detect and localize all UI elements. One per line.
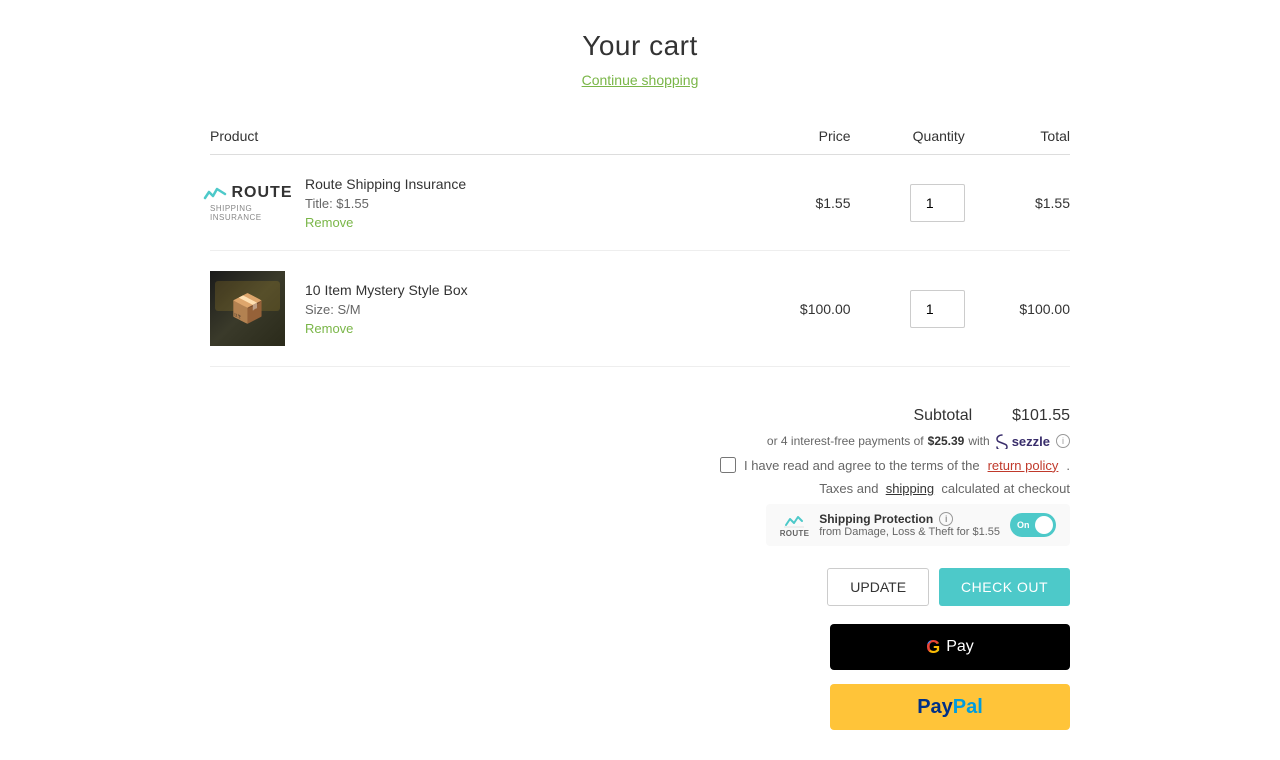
gpay-pay-label: Pay <box>946 638 974 656</box>
checkout-button[interactable]: CHECK OUT <box>939 568 1070 606</box>
toggle-switch[interactable]: On <box>1010 513 1056 537</box>
protection-title: Shipping Protection i <box>819 512 1000 526</box>
taxes-text-after: calculated at checkout <box>941 481 1070 496</box>
route-small-logo: ROUTE <box>780 513 810 538</box>
table-row: 10 Item Mystery Style Box Size: S/M Remove… <box>210 251 1070 367</box>
action-buttons: UPDATE CHECK OUT <box>827 568 1070 606</box>
route-small-text: ROUTE <box>780 529 810 538</box>
total-cell: $1.55 <box>965 155 1070 251</box>
product-info-mystery-box: 10 Item Mystery Style Box Size: S/M Remove <box>305 282 468 336</box>
protection-text: Shipping Protection i from Damage, Loss … <box>819 512 1000 538</box>
paypal-button[interactable]: PayPal <box>830 684 1070 730</box>
taxes-row: Taxes and shipping calculated at checkou… <box>819 481 1070 496</box>
terms-text-after: . <box>1066 458 1070 473</box>
paypal-label: PayPal <box>917 696 983 719</box>
subtotal-label: Subtotal <box>913 407 972 425</box>
remove-link[interactable]: Remove <box>305 215 466 230</box>
protection-subtitle: from Damage, Loss & Theft for $1.55 <box>819 526 1000 538</box>
sezzle-text: or 4 interest-free payments of <box>767 434 924 448</box>
page-title: Your cart <box>210 30 1070 62</box>
sezzle-logo: sezzle <box>994 433 1050 449</box>
product-col-mystery-box: 10 Item Mystery Style Box Size: S/M Remove <box>210 271 745 346</box>
product-col-route-insurance: ROUTE SHIPPING INSURANCE Route Shipping … <box>210 175 745 230</box>
return-policy-link[interactable]: return policy <box>988 458 1059 473</box>
product-info-route-insurance: Route Shipping Insurance Title: $1.55 Remo… <box>305 176 466 230</box>
quantity-input[interactable] <box>910 290 965 328</box>
terms-text-before: I have read and agree to the terms of th… <box>744 458 980 473</box>
table-row: ROUTE SHIPPING INSURANCE Route Shipping … <box>210 155 1070 251</box>
shipping-link[interactable]: shipping <box>886 481 934 496</box>
sezzle-amount: $25.39 <box>928 434 965 448</box>
qty-cell <box>851 251 965 367</box>
gpay-g-icon: G <box>926 637 940 658</box>
route-sub-text: SHIPPING INSURANCE <box>210 204 285 222</box>
col-header-total: Total <box>965 118 1070 155</box>
subtotal-value: $101.55 <box>1012 407 1070 425</box>
price-cell: $1.55 <box>745 155 850 251</box>
taxes-text-before: Taxes and <box>819 481 878 496</box>
protection-info-icon[interactable]: i <box>939 512 953 526</box>
sezzle-brand: sezzle <box>1012 434 1050 449</box>
sezzle-info-icon[interactable]: i <box>1056 434 1070 448</box>
product-name: Route Shipping Insurance <box>305 176 466 192</box>
cart-summary: Subtotal $101.55 or 4 interest-free paym… <box>210 407 1070 730</box>
price-cell: $100.00 <box>745 251 850 367</box>
sezzle-row: or 4 interest-free payments of $25.39 wi… <box>767 433 1070 449</box>
sezzle-with: with <box>968 434 989 448</box>
qty-cell <box>851 155 965 251</box>
mystery-box-image <box>210 271 285 346</box>
subtotal-row: Subtotal $101.55 <box>913 407 1070 425</box>
route-protection-icon: ROUTE <box>780 513 810 538</box>
total-cell: $100.00 <box>965 251 1070 367</box>
terms-row: I have read and agree to the terms of th… <box>720 457 1070 473</box>
table-header-row: Product Price Quantity Total <box>210 118 1070 155</box>
toggle-thumb <box>1035 516 1053 534</box>
toggle-on-label: On <box>1014 520 1030 530</box>
terms-checkbox[interactable] <box>720 457 736 473</box>
route-logo-top: ROUTE <box>203 184 293 202</box>
remove-link[interactable]: Remove <box>305 321 468 336</box>
toggle-track[interactable]: On <box>1010 513 1056 537</box>
col-header-product: Product <box>210 118 745 155</box>
continue-shopping-link[interactable]: Continue shopping <box>582 72 699 88</box>
product-name: 10 Item Mystery Style Box <box>305 282 468 298</box>
col-header-price: Price <box>745 118 850 155</box>
route-brand-text: ROUTE <box>232 184 293 202</box>
col-header-quantity: Quantity <box>851 118 965 155</box>
cart-table: Product Price Quantity Total ROUTE SHIPP… <box>210 118 1070 367</box>
quantity-input[interactable] <box>910 184 965 222</box>
gpay-button[interactable]: G Pay <box>830 624 1070 670</box>
route-protection-row: ROUTE Shipping Protection i from Damage,… <box>766 504 1070 546</box>
product-detail: Size: S/M <box>305 302 468 317</box>
continue-shopping-container: Continue shopping <box>210 72 1070 88</box>
product-detail: Title: $1.55 <box>305 196 466 211</box>
route-logo: ROUTE SHIPPING INSURANCE <box>210 175 285 230</box>
update-button[interactable]: UPDATE <box>827 568 929 606</box>
